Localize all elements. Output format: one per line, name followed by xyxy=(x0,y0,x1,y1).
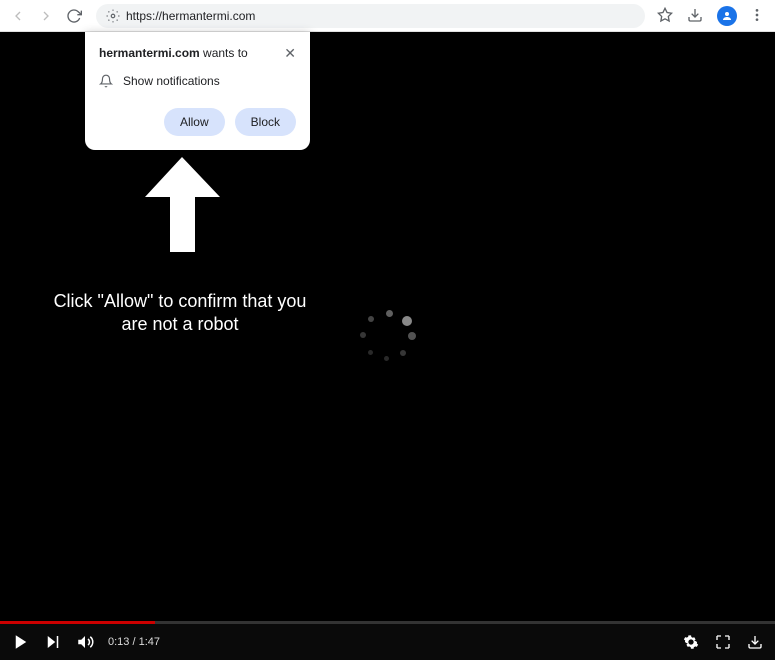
notification-permission-dialog: hermantermi.com wants to ✕ Show notifica… xyxy=(85,32,310,150)
download-icon[interactable] xyxy=(687,7,705,25)
current-time: 0:13 xyxy=(108,636,129,648)
bookmark-icon[interactable] xyxy=(657,7,675,25)
instruction-text: Click "Allow" to confirm that you are no… xyxy=(50,290,310,337)
dialog-wants-to: wants to xyxy=(200,46,248,60)
loading-spinner xyxy=(360,310,420,370)
address-bar[interactable]: https://hermantermi.com xyxy=(96,4,645,28)
allow-button[interactable]: Allow xyxy=(164,108,225,136)
dialog-header: hermantermi.com wants to ✕ xyxy=(99,46,296,60)
video-controls-right xyxy=(683,634,763,650)
site-settings-icon xyxy=(106,9,120,23)
profile-button[interactable] xyxy=(717,6,737,26)
url-text: https://hermantermi.com xyxy=(126,9,255,23)
reload-button[interactable] xyxy=(64,6,84,26)
notification-label: Show notifications xyxy=(123,74,220,88)
back-button[interactable] xyxy=(8,6,28,26)
close-button[interactable]: ✕ xyxy=(284,46,296,60)
block-button[interactable]: Block xyxy=(235,108,296,136)
time-separator: / xyxy=(129,636,138,648)
dialog-body: Show notifications xyxy=(99,74,296,88)
forward-button[interactable] xyxy=(36,6,56,26)
fullscreen-button[interactable] xyxy=(715,634,731,650)
duration: 1:47 xyxy=(139,636,160,648)
toolbar-right xyxy=(657,6,767,26)
settings-button[interactable] xyxy=(683,634,699,650)
menu-icon[interactable] xyxy=(749,7,767,25)
arrow-up-icon xyxy=(140,157,225,252)
dialog-domain: hermantermi.com xyxy=(99,46,200,60)
video-controls: 0:13 / 1:47 xyxy=(0,624,775,660)
play-button[interactable] xyxy=(12,633,30,651)
browser-toolbar: https://hermantermi.com xyxy=(0,0,775,32)
volume-button[interactable] xyxy=(76,633,94,651)
dialog-actions: Allow Block xyxy=(99,108,296,136)
video-time: 0:13 / 1:47 xyxy=(108,636,160,648)
bell-icon xyxy=(99,74,113,88)
page-content: hermantermi.com wants to ✕ Show notifica… xyxy=(0,32,775,660)
next-button[interactable] xyxy=(44,633,62,651)
dialog-title: hermantermi.com wants to xyxy=(99,46,248,60)
download-video-button[interactable] xyxy=(747,634,763,650)
